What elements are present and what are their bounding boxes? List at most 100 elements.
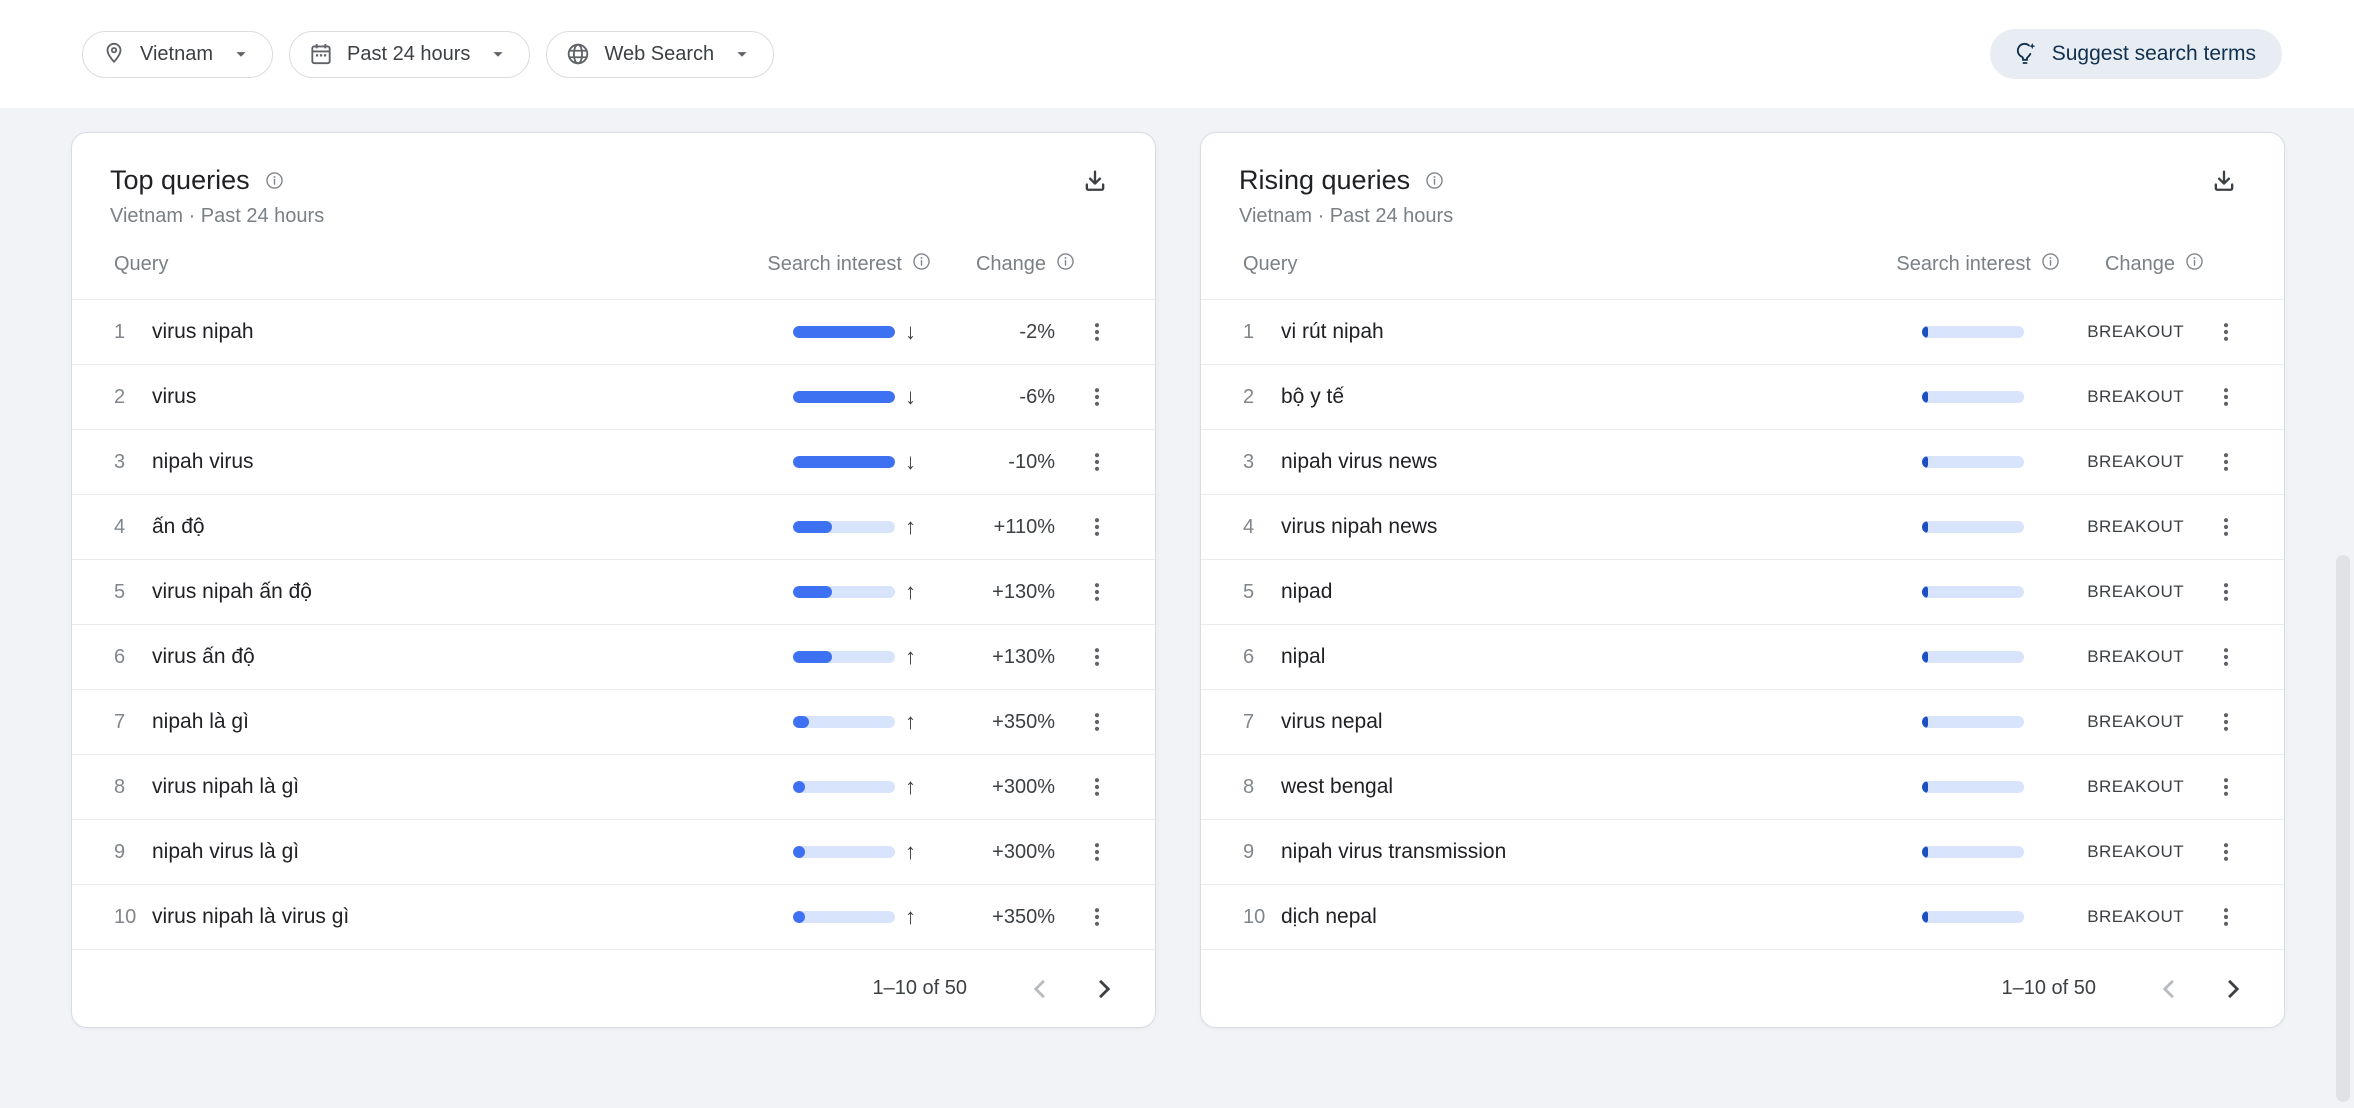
card-header: Rising queries Vietnam · Past 24 hours: [1201, 133, 2284, 229]
info-icon[interactable]: [2040, 251, 2061, 278]
filter-chip-time[interactable]: Past 24 hours: [289, 31, 530, 78]
more-options-button[interactable]: [2204, 700, 2248, 744]
chevron-left-icon: [1027, 975, 1055, 1003]
query-label: virus nipah: [152, 320, 793, 344]
change-cell: BREAKOUT: [2034, 517, 2184, 537]
interest-bar: [1922, 456, 2024, 468]
more-options-button[interactable]: [1075, 700, 1119, 744]
info-icon[interactable]: [1055, 251, 1076, 278]
more-options-button[interactable]: [1075, 505, 1119, 549]
rank: 1: [1243, 321, 1281, 344]
interest-bar-fill: [793, 651, 832, 663]
info-icon: [1424, 170, 1445, 191]
query-row[interactable]: 8 virus nipah là gì ↑ +300%: [72, 754, 1155, 819]
calendar-icon: [308, 41, 334, 67]
more-options-button[interactable]: [1075, 765, 1119, 809]
query-row[interactable]: 5 virus nipah ấn độ ↑ +130%: [72, 559, 1155, 624]
query-row[interactable]: 4 virus nipah news BREAKOUT: [1201, 494, 2284, 559]
query-row[interactable]: 3 nipah virus ↓ -10%: [72, 429, 1155, 494]
kebab-icon: [1085, 645, 1109, 669]
query-row[interactable]: 9 nipah virus transmission BREAKOUT: [1201, 819, 2284, 884]
info-icon[interactable]: [911, 251, 932, 278]
query-row[interactable]: 6 nipal BREAKOUT: [1201, 624, 2284, 689]
query-row[interactable]: 6 virus ấn độ ↑ +130%: [72, 624, 1155, 689]
title-info-button[interactable]: [264, 170, 285, 191]
query-label: virus nipah news: [1281, 515, 1922, 539]
more-options-button[interactable]: [1075, 310, 1119, 354]
rank: 8: [1243, 776, 1281, 799]
trend-arrow-icon: ↑: [905, 516, 916, 538]
more-options-button[interactable]: [1075, 570, 1119, 614]
change-cell: BREAKOUT: [2034, 712, 2184, 732]
card-subtitle: Vietnam · Past 24 hours: [110, 203, 1113, 229]
next-page-button[interactable]: [1081, 967, 1125, 1011]
query-rows: 1 vi rút nipah BREAKOUT 2 bộ y tế BREAKO…: [1201, 299, 2284, 949]
filter-chip-location[interactable]: Vietnam: [82, 31, 273, 78]
query-row[interactable]: 1 vi rút nipah BREAKOUT: [1201, 299, 2284, 364]
query-row[interactable]: 5 nipad BREAKOUT: [1201, 559, 2284, 624]
column-header-change: Change: [2105, 253, 2175, 276]
more-options-button[interactable]: [2204, 830, 2248, 874]
query-row[interactable]: 1 virus nipah ↓ -2%: [72, 299, 1155, 364]
download-button[interactable]: [2200, 157, 2248, 205]
query-row[interactable]: 3 nipah virus news BREAKOUT: [1201, 429, 2284, 494]
query-row[interactable]: 10 virus nipah là virus gì ↑ +350%: [72, 884, 1155, 949]
query-label: nipah virus: [152, 450, 793, 474]
download-button[interactable]: [1071, 157, 1119, 205]
more-options-button[interactable]: [2204, 440, 2248, 484]
change-cell: BREAKOUT: [2034, 582, 2184, 602]
more-options-button[interactable]: [1075, 375, 1119, 419]
info-icon[interactable]: [2184, 251, 2205, 278]
interest-bar-fill: [793, 586, 832, 598]
query-label: virus nipah là virus gì: [152, 905, 793, 929]
more-options-button[interactable]: [1075, 830, 1119, 874]
scrollbar-thumb[interactable]: [2336, 555, 2350, 1102]
more-options-button[interactable]: [2204, 375, 2248, 419]
query-row[interactable]: 9 nipah virus là gì ↑ +300%: [72, 819, 1155, 884]
change-value: BREAKOUT: [2087, 517, 2184, 537]
more-options-button[interactable]: [2204, 895, 2248, 939]
change-cell: BREAKOUT: [2034, 907, 2184, 927]
more-options-button[interactable]: [1075, 635, 1119, 679]
change-cell: ↑ +300%: [905, 841, 1055, 864]
more-options-button[interactable]: [2204, 765, 2248, 809]
chevron-right-icon: [1089, 975, 1117, 1003]
query-row[interactable]: 7 nipah là gì ↑ +350%: [72, 689, 1155, 754]
top-queries-card: Top queries Vietnam · Past 24 hours Quer…: [71, 132, 1156, 1028]
query-row[interactable]: 2 bộ y tế BREAKOUT: [1201, 364, 2284, 429]
prev-page-button[interactable]: [1019, 967, 1063, 1011]
column-headers: Query Search interest Change: [72, 229, 1155, 299]
query-row[interactable]: 4 ấn độ ↑ +110%: [72, 494, 1155, 559]
prev-page-button[interactable]: [2148, 967, 2192, 1011]
query-row[interactable]: 7 virus nepal BREAKOUT: [1201, 689, 2284, 754]
interest-bar: [793, 781, 895, 793]
more-options-button[interactable]: [1075, 440, 1119, 484]
query-label: west bengal: [1281, 775, 1922, 799]
interest-bar: [1922, 521, 2024, 533]
more-options-button[interactable]: [2204, 570, 2248, 614]
query-label: nipad: [1281, 580, 1922, 604]
more-options-button[interactable]: [2204, 635, 2248, 679]
rank: 2: [114, 386, 152, 409]
query-label: virus nepal: [1281, 710, 1922, 734]
query-label: dịch nepal: [1281, 905, 1922, 929]
pagination: 1–10 of 50: [1201, 949, 2284, 1027]
query-row[interactable]: 10 dịch nepal BREAKOUT: [1201, 884, 2284, 949]
title-info-button[interactable]: [1424, 170, 1445, 191]
filter-chip-category[interactable]: Web Search: [546, 31, 774, 78]
query-row[interactable]: 2 virus ↓ -6%: [72, 364, 1155, 429]
more-options-button[interactable]: [1075, 895, 1119, 939]
results-area: Top queries Vietnam · Past 24 hours Quer…: [0, 108, 2354, 1028]
filters-toolbar: Vietnam Past 24 hours Web Search: [0, 0, 2354, 108]
kebab-icon: [1085, 580, 1109, 604]
suggest-search-terms-button[interactable]: Suggest search terms: [1990, 29, 2282, 79]
change-value: BREAKOUT: [2087, 582, 2184, 602]
interest-bar-fill: [1922, 521, 1928, 533]
query-row[interactable]: 8 west bengal BREAKOUT: [1201, 754, 2284, 819]
change-value: +300%: [992, 841, 1055, 864]
change-value: BREAKOUT: [2087, 647, 2184, 667]
change-value: +130%: [992, 646, 1055, 669]
next-page-button[interactable]: [2210, 967, 2254, 1011]
more-options-button[interactable]: [2204, 310, 2248, 354]
more-options-button[interactable]: [2204, 505, 2248, 549]
